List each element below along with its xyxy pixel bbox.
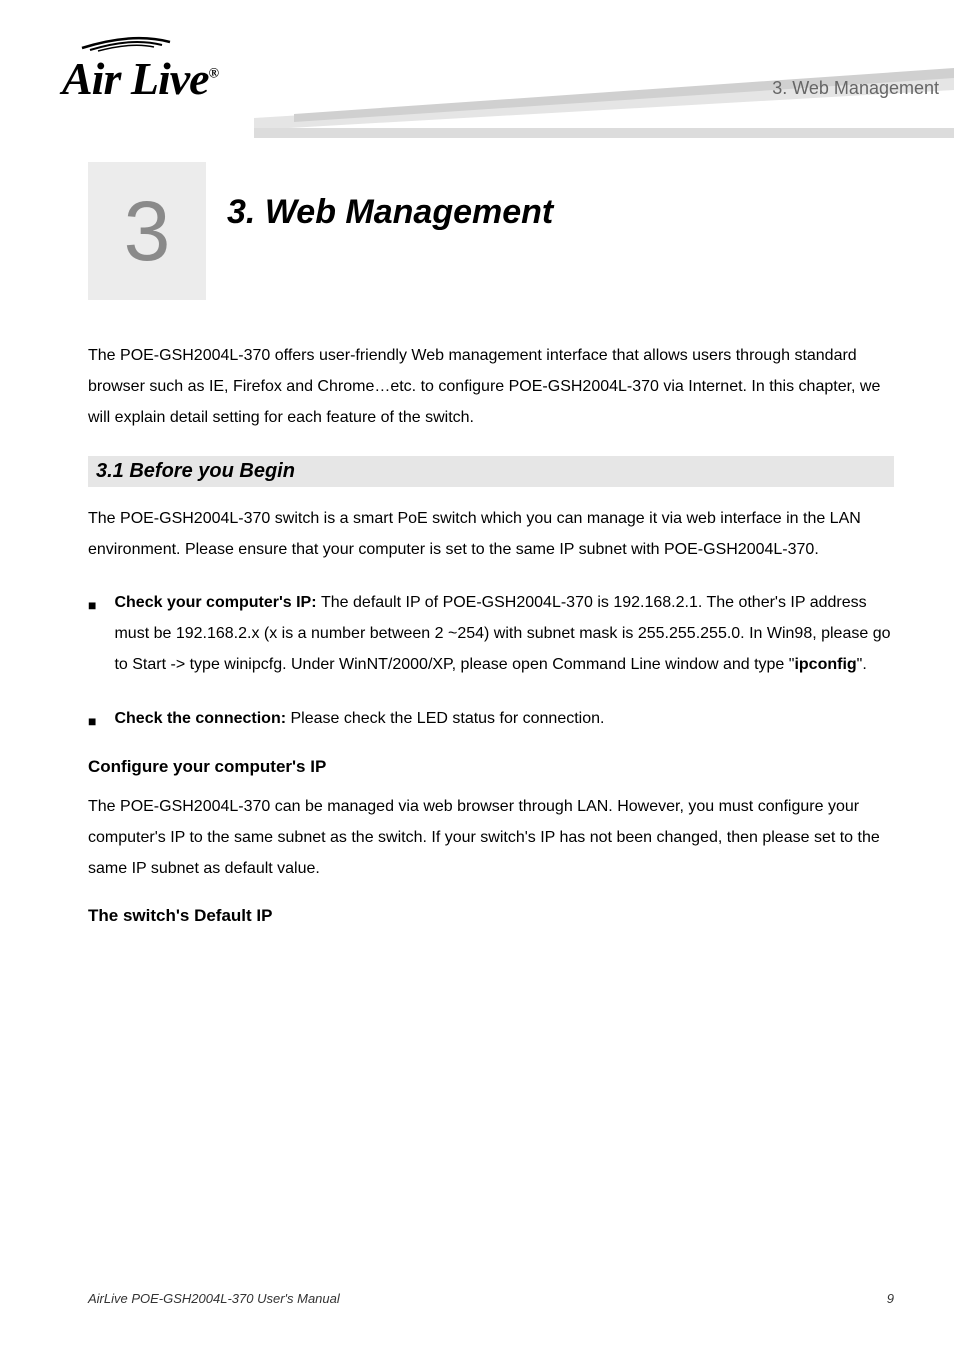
bullet-marker-icon: ■ (88, 592, 96, 681)
configure-ip-para: The POE-GSH2004L-370 can be managed via … (88, 791, 894, 885)
chapter-number-box: 3 (88, 162, 206, 300)
section-3-1-title: 3.1 Before you Begin (96, 460, 295, 482)
content-area: The POE-GSH2004L-370 offers user-friendl… (88, 340, 894, 940)
bullet-text: Check your computer's IP: The default IP… (114, 587, 894, 681)
section-3-1-para: The POE-GSH2004L-370 switch is a smart P… (88, 503, 894, 565)
chapter-title: 3. Web Management (227, 190, 553, 234)
header-chapter-label: 3. Web Management (772, 78, 939, 99)
logo-arc-icon (62, 30, 222, 52)
document-header: Air Live® 3. Web Management (0, 0, 954, 140)
switch-default-ip-subtitle: The switch's Default IP (88, 906, 894, 926)
header-swoosh (254, 0, 954, 145)
footer-left: AirLive POE-GSH2004L-370 User's Manual (88, 1291, 340, 1306)
bullet-marker-icon: ■ (88, 708, 96, 735)
bullet-item: ■ Check the connection: Please check the… (88, 703, 894, 735)
chapter-number: 3 (124, 189, 171, 273)
section-3-1-bar: 3.1 Before you Begin (88, 456, 894, 487)
intro-paragraph: The POE-GSH2004L-370 offers user-friendl… (88, 340, 894, 434)
logo-registered: ® (209, 67, 218, 82)
airlive-logo: Air Live® (62, 30, 222, 105)
page-footer: AirLive POE-GSH2004L-370 User's Manual 9 (88, 1291, 894, 1306)
configure-ip-subtitle: Configure your computer's IP (88, 757, 894, 777)
bullet-item: ■ Check your computer's IP: The default … (88, 587, 894, 681)
page-number: 9 (887, 1291, 894, 1306)
bullet-list: ■ Check your computer's IP: The default … (88, 587, 894, 735)
logo-text: Air Live® (62, 53, 218, 104)
bullet-text: Check the connection: Please check the L… (114, 703, 894, 735)
